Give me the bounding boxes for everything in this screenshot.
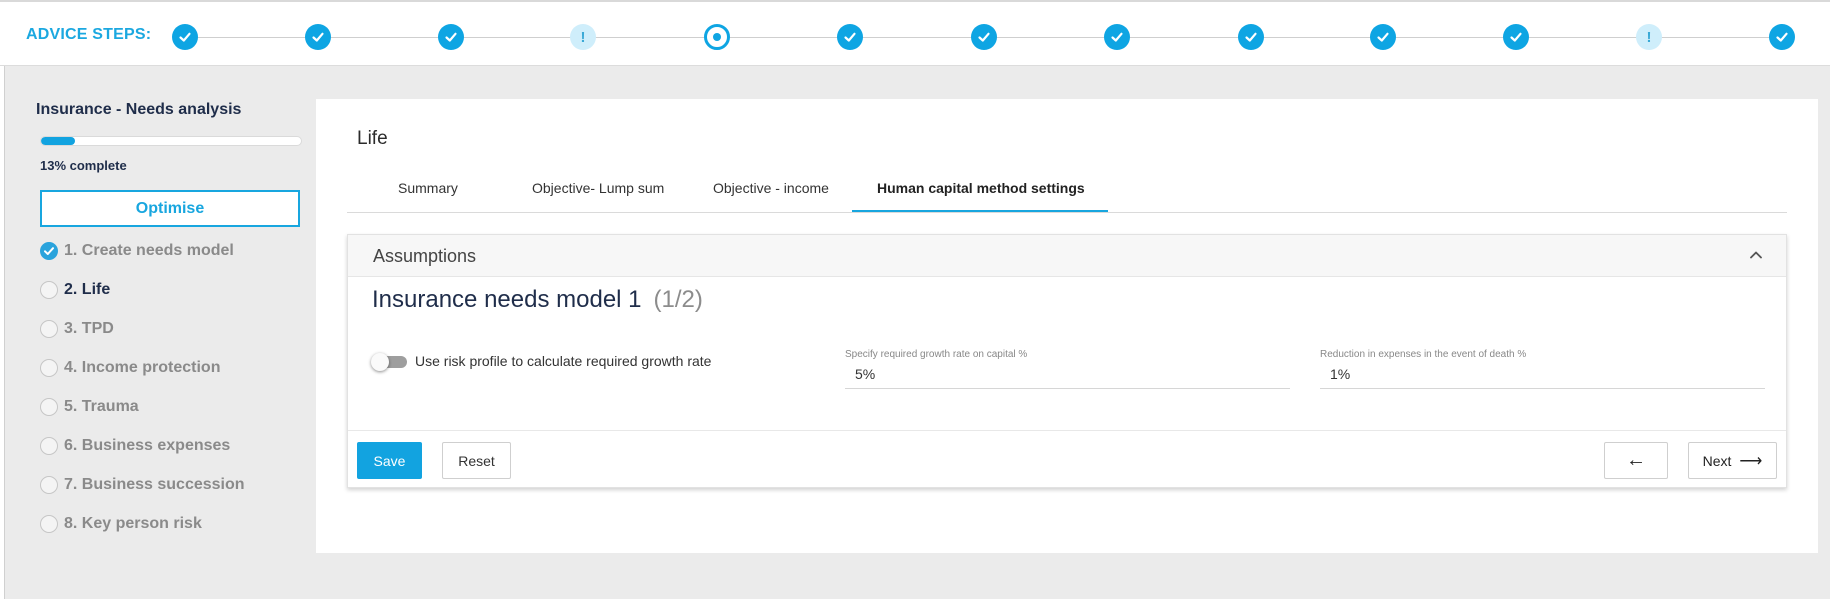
save-button[interactable]: Save [357, 442, 422, 479]
check-icon [1377, 32, 1389, 42]
sidebar-item-label: 7. Business succession [64, 476, 245, 493]
model-count: (1/2) [653, 286, 703, 313]
progress-text: 13% complete [40, 158, 127, 173]
check-icon [1111, 32, 1123, 42]
expense-reduction-field: Reduction in expenses in the event of de… [1320, 349, 1765, 389]
step-10[interactable] [1370, 24, 1396, 50]
sidebar-item-label: 2. Life [64, 281, 111, 298]
step-12[interactable]: ! [1636, 24, 1662, 50]
active-tab-indicator [852, 210, 1108, 212]
sidebar-item-label: 4. Income protection [64, 359, 221, 376]
growth-rate-label: Specify required growth rate on capital … [845, 349, 1028, 360]
check-icon [179, 32, 191, 42]
arrow-right-icon: ⟶ [1739, 452, 1763, 470]
radio-icon [40, 437, 58, 455]
progress-bar-fill [41, 137, 75, 145]
assumptions-title: Assumptions [373, 246, 477, 266]
step-7[interactable] [971, 24, 997, 50]
sidebar-item-tpd[interactable]: 3. TPD [40, 320, 114, 338]
sidebar-item-label: 5. Trauma [64, 398, 139, 415]
check-icon [1245, 32, 1257, 42]
advice-steps-bar: ADVICE STEPS: ! ! [0, 0, 1830, 66]
back-button[interactable]: ← [1604, 442, 1668, 479]
sidebar-item-label: 6. Business expenses [64, 437, 231, 454]
sidebar-item-business-expenses[interactable]: 6. Business expenses [40, 437, 230, 455]
radio-icon [40, 359, 58, 377]
radio-icon [40, 476, 58, 494]
check-icon [445, 32, 457, 42]
radio-icon [40, 398, 58, 416]
radio-icon [40, 281, 58, 299]
optimise-button[interactable]: Optimise [40, 190, 300, 227]
sidebar-item-label: 8. Key person risk [64, 515, 202, 532]
tab-summary[interactable]: Summary [398, 180, 458, 196]
check-icon [1510, 32, 1522, 42]
tab-objective-income[interactable]: Objective - income [713, 180, 829, 196]
check-icon [312, 32, 324, 42]
assumptions-panel-header[interactable]: Assumptions [348, 235, 1786, 277]
chevron-up-icon[interactable] [1748, 247, 1764, 263]
toggle-knob [371, 353, 389, 371]
step-11[interactable] [1503, 24, 1529, 50]
check-icon [978, 32, 990, 42]
risk-profile-toggle-label: Use risk profile to calculate required g… [415, 353, 712, 369]
checked-radio-icon [40, 242, 58, 260]
step-3[interactable] [438, 24, 464, 50]
growth-rate-field: Specify required growth rate on capital … [845, 349, 1290, 389]
expense-reduction-input[interactable] [1320, 364, 1765, 389]
step-6[interactable] [837, 24, 863, 50]
advice-steps-title: ADVICE STEPS: [26, 26, 152, 43]
step-9[interactable] [1238, 24, 1264, 50]
page-title: Life [357, 128, 388, 149]
panel-footer-divider [348, 430, 1786, 431]
exclamation-icon: ! [580, 28, 586, 46]
progress-bar [40, 136, 302, 146]
step-4[interactable]: ! [570, 24, 596, 50]
sidebar-item-trauma[interactable]: 5. Trauma [40, 398, 139, 416]
step-1[interactable] [172, 24, 198, 50]
radio-icon [40, 515, 58, 533]
sidebar-item-income-protection[interactable]: 4. Income protection [40, 359, 220, 377]
sidebar-item-life[interactable]: 2. Life [40, 281, 110, 299]
sidebar-item-label: 3. TPD [64, 320, 114, 337]
arrow-left-icon: ← [1626, 449, 1646, 471]
sidebar-title: Insurance - Needs analysis [36, 101, 242, 118]
next-button-label: Next [1702, 452, 1732, 469]
sidebar-item-business-succession[interactable]: 7. Business succession [40, 476, 245, 494]
check-icon [844, 32, 856, 42]
step-5-current[interactable] [704, 24, 730, 50]
step-13[interactable] [1769, 24, 1795, 50]
model-title: Insurance needs model 1 (1/2) [372, 286, 703, 314]
sidebar-item-create-needs-model[interactable]: 1. Create needs model [40, 242, 234, 260]
expense-reduction-label: Reduction in expenses in the event of de… [1320, 349, 1527, 360]
radio-icon [40, 320, 58, 338]
next-button[interactable]: Next ⟶ [1688, 442, 1777, 479]
sidebar-item-label: 1. Create needs model [64, 242, 234, 259]
step-2[interactable] [305, 24, 331, 50]
step-8[interactable] [1104, 24, 1130, 50]
sidebar-item-key-person-risk[interactable]: 8. Key person risk [40, 515, 202, 533]
reset-button[interactable]: Reset [442, 442, 511, 479]
current-dot-icon [713, 33, 721, 41]
tab-human-capital-method-settings[interactable]: Human capital method settings [877, 180, 1085, 196]
risk-profile-toggle[interactable] [371, 353, 407, 371]
growth-rate-input[interactable] [845, 364, 1290, 389]
tabs-divider [347, 212, 1787, 213]
tab-objective-lump-sum[interactable]: Objective- Lump sum [532, 180, 664, 196]
check-icon [1776, 32, 1788, 42]
exclamation-icon: ! [1646, 28, 1652, 46]
model-name: Insurance needs model 1 [372, 286, 642, 313]
